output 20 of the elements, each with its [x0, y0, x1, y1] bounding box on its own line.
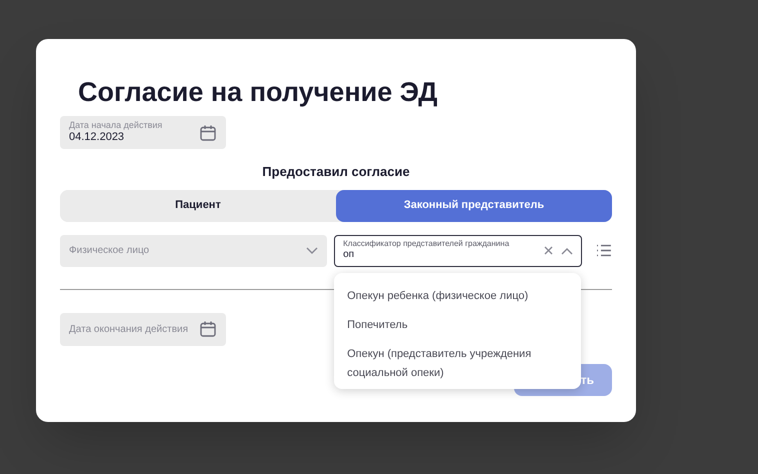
dropdown-option[interactable]: Попечитель [347, 316, 568, 334]
field-value: оп [343, 249, 356, 262]
chevron-up-icon[interactable] [561, 246, 574, 254]
field-label: Дата начала действия [69, 120, 162, 132]
dialog-title: Согласие на получение ЭД [78, 79, 439, 106]
start-date-field[interactable]: Дата начала действия 04.12.2023 [60, 116, 226, 149]
classifier-select[interactable]: Классификатор представителей гражданина оп [334, 234, 582, 266]
field-placeholder: Дата окончания действия [69, 322, 188, 336]
field-label: Классификатор представителей гражданина [343, 239, 510, 250]
select-placeholder: Физическое лицо [69, 244, 150, 258]
calendar-icon[interactable] [199, 124, 217, 142]
section-label: Предоставил согласие [262, 163, 410, 181]
chevron-down-icon [306, 246, 318, 254]
calendar-icon[interactable] [199, 320, 217, 338]
list-icon[interactable] [596, 244, 612, 257]
field-value: 04.12.2023 [69, 131, 126, 145]
dropdown-option[interactable]: Опекун (представитель учреждения социальной опеки) [347, 344, 568, 382]
clear-icon[interactable] [544, 246, 554, 255]
tab[interactable]: Законный представитель [336, 190, 612, 222]
dropdown-option[interactable]: Опекун ребенка (физическое лицо) [347, 286, 568, 306]
